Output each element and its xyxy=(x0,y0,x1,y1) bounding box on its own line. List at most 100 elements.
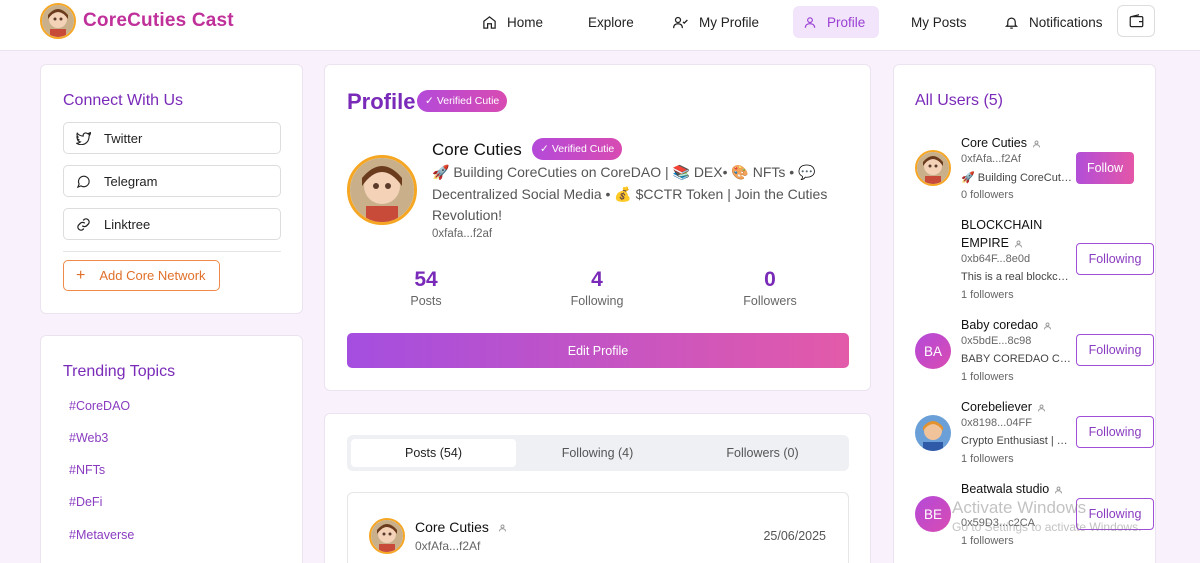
verified-badge: ✓ Verified Cutie xyxy=(417,90,508,112)
nav-home[interactable]: Home xyxy=(472,6,553,38)
twitter-icon xyxy=(76,131,91,145)
profile-heading: Profile xyxy=(347,89,416,114)
plus-icon: + xyxy=(76,266,86,284)
user-name[interactable]: Corebeliever xyxy=(961,398,1069,416)
bell-icon xyxy=(1004,17,1019,29)
message-circle-icon xyxy=(76,175,90,188)
user-avatar[interactable]: BE xyxy=(915,496,951,532)
check-icon: ✓ xyxy=(425,95,434,107)
post-author-avatar[interactable] xyxy=(369,518,405,554)
brand-logo xyxy=(40,3,76,39)
trending-tag[interactable]: #NFTs xyxy=(69,463,105,477)
nav-explore[interactable]: Explore xyxy=(578,6,644,38)
user-icon xyxy=(1055,486,1063,494)
trending-title: Trending Topics xyxy=(63,363,176,380)
stat-posts[interactable]: 54 Posts xyxy=(366,268,486,308)
user-name[interactable]: Baby coredao xyxy=(961,316,1069,334)
activation-watermark-title: Activate Windows xyxy=(952,498,1087,517)
tab-posts[interactable]: Posts (54) xyxy=(351,439,516,467)
user-bio: This is a real blockchai... xyxy=(961,271,1073,283)
user-avatar[interactable] xyxy=(915,415,951,451)
user-address: 0xb64F...8e0d xyxy=(961,253,1031,265)
user-avatar[interactable] xyxy=(915,150,951,186)
follow-button[interactable]: Follow xyxy=(1076,152,1134,184)
user-followers: 0 followers xyxy=(961,189,1014,201)
user-name-text: Corebeliever xyxy=(961,400,1032,414)
user-bio: BABY COREDAO CA : ... xyxy=(961,353,1073,365)
twitter-label: Twitter xyxy=(104,130,143,146)
post-item[interactable]: Core Cuties 0xfAfa...f2Af 25/06/2025 xyxy=(347,492,849,563)
top-navigation-bar: CoreCuties Cast Home Explore My Profile … xyxy=(0,0,1200,51)
trending-card: Trending Topics #CoreDAO #Web3 #NFTs #De… xyxy=(40,335,303,563)
stat-following-label: Following xyxy=(570,294,624,308)
following-button[interactable]: Following xyxy=(1076,416,1154,448)
user-bio: Crypto Enthusiast | Tra... xyxy=(961,435,1073,447)
user-bio: 🚀 Building CoreCutie... xyxy=(961,172,1073,184)
tab-followers[interactable]: Followers (0) xyxy=(680,439,845,467)
add-core-network-button[interactable]: + Add Core Network xyxy=(63,260,220,291)
connect-title: Connect With Us xyxy=(63,92,184,109)
verified-badge-label: Verified Cutie xyxy=(551,143,615,155)
user-followers: 1 followers xyxy=(961,453,1014,465)
nav-profile-label: Profile xyxy=(827,14,866,30)
home-icon xyxy=(483,15,496,29)
post-author-name[interactable]: Core Cuties xyxy=(415,519,507,535)
trending-tag[interactable]: #Metaverse xyxy=(69,528,134,542)
nav-profile[interactable]: Profile xyxy=(793,6,879,38)
activation-watermark-text: Go to Settings to activate Windows. xyxy=(952,520,1142,534)
profile-avatar xyxy=(347,155,417,225)
user-icon xyxy=(804,16,816,28)
user-address: 0x5bdE...8c98 xyxy=(961,335,1032,347)
nav-my-profile[interactable]: My Profile xyxy=(662,6,769,38)
nav-notifications-label: Notifications xyxy=(1029,14,1103,30)
twitter-link[interactable]: Twitter xyxy=(63,122,281,154)
user-followers: 1 followers xyxy=(961,289,1014,301)
user-name-text: Core Cuties xyxy=(961,136,1027,150)
verified-badge-label: Verified Cutie xyxy=(436,95,500,107)
stat-followers-label: Followers xyxy=(743,294,797,308)
nav-my-profile-label: My Profile xyxy=(699,14,760,30)
trending-tag[interactable]: #CoreDAO xyxy=(69,399,130,413)
trending-tag[interactable]: #Web3 xyxy=(69,431,108,445)
verified-badge: ✓ Verified Cutie xyxy=(532,138,623,160)
wallet-button[interactable] xyxy=(1117,5,1155,37)
stat-following[interactable]: 4 Following xyxy=(537,268,657,308)
user-followers: 1 followers xyxy=(961,535,1014,547)
profile-name: Core Cuties xyxy=(432,140,522,159)
edit-profile-button[interactable]: Edit Profile xyxy=(347,333,849,368)
linktree-label: Linktree xyxy=(104,216,151,232)
brand[interactable]: CoreCuties Cast xyxy=(40,3,234,39)
link-icon xyxy=(77,217,90,231)
nav-notifications[interactable]: Notifications xyxy=(994,6,1113,38)
tab-following[interactable]: Following (4) xyxy=(515,439,680,467)
user-name[interactable]: BLOCKCHAIN EMPIRE xyxy=(961,216,1069,252)
user-name[interactable]: Core Cuties xyxy=(961,134,1069,152)
stat-followers[interactable]: 0 Followers xyxy=(710,268,830,308)
following-button[interactable]: Following xyxy=(1076,334,1154,366)
post-author-name-text: Core Cuties xyxy=(415,519,489,535)
user-name[interactable]: Beatwala studio xyxy=(961,480,1069,498)
user-icon xyxy=(498,524,506,532)
telegram-link[interactable]: Telegram xyxy=(63,165,281,197)
all-users-title: All Users (5) xyxy=(915,92,1004,109)
connect-card: Connect With Us Twitter Telegram Linktre… xyxy=(40,64,303,314)
user-avatar[interactable]: BA xyxy=(915,333,951,369)
wallet-icon xyxy=(1129,14,1143,28)
trending-tag[interactable]: #DeFi xyxy=(69,495,102,509)
linktree-link[interactable]: Linktree xyxy=(63,208,281,240)
profile-bio: 🚀 Building CoreCuties on CoreDAO | 📚 DEX… xyxy=(432,164,828,223)
feed-tabs: Posts (54) Following (4) Followers (0) xyxy=(347,435,849,471)
user-icon xyxy=(1037,404,1045,412)
stat-posts-label: Posts xyxy=(410,294,442,308)
nav-my-posts[interactable]: My Posts xyxy=(901,6,977,38)
user-address: 0xfAfa...f2Af xyxy=(961,153,1021,165)
stat-posts-value: 54 xyxy=(414,268,438,291)
post-author-address: 0xfAfa...f2Af xyxy=(415,539,481,553)
user-icon xyxy=(1033,140,1040,148)
add-core-network-label: Add Core Network xyxy=(99,268,206,283)
following-button[interactable]: Following xyxy=(1076,243,1154,275)
user-name-text: BLOCKCHAIN EMPIRE xyxy=(961,218,1043,250)
all-users-card: All Users (5) Core Cuties 0xfAfa...f2Af … xyxy=(893,64,1156,563)
connect-divider xyxy=(63,251,281,252)
profile-address: 0xfafa...f2af xyxy=(432,228,493,240)
